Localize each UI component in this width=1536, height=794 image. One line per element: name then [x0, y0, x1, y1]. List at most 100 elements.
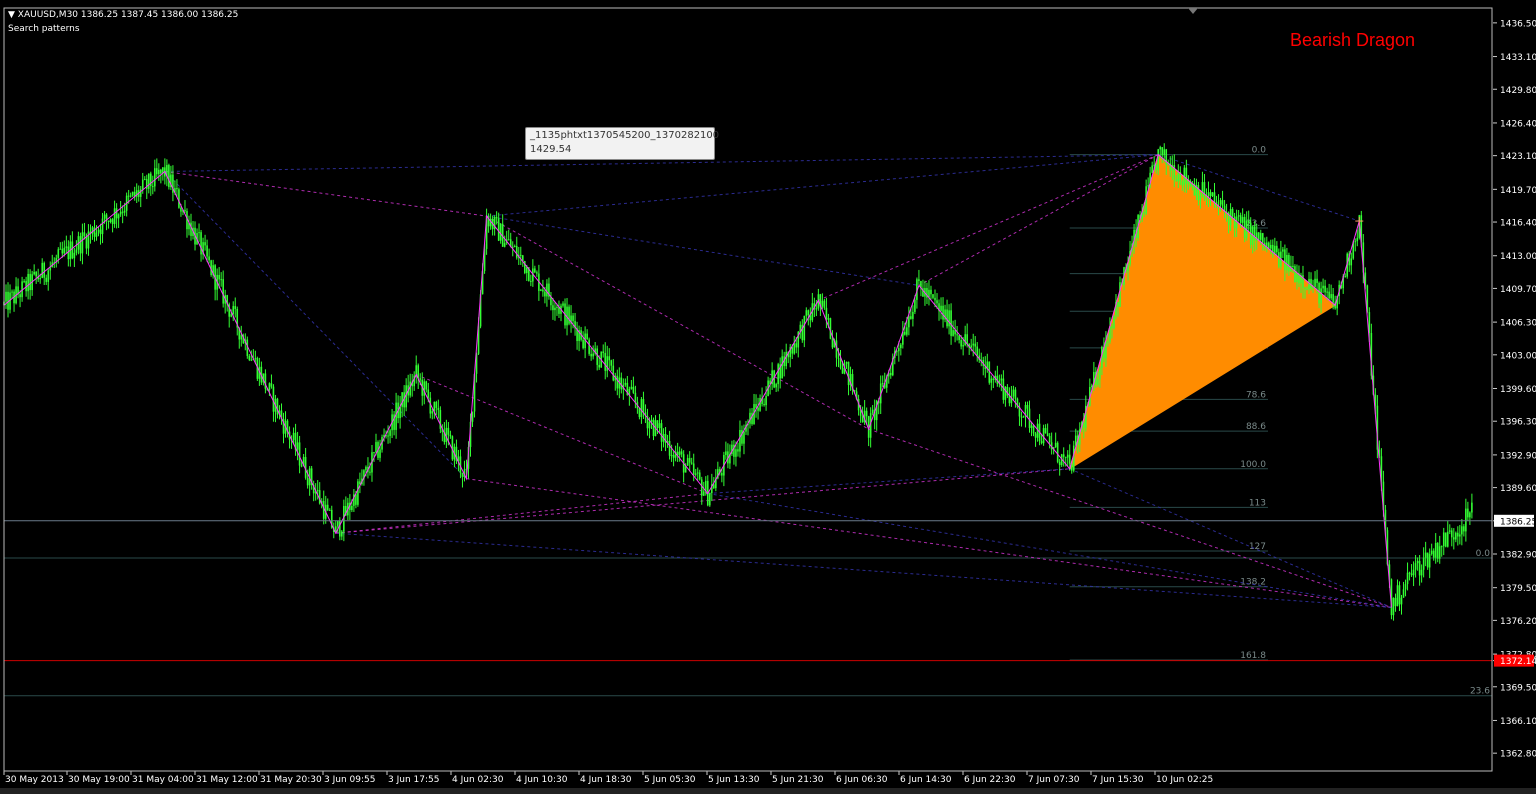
bottom-scrollbar[interactable] — [0, 788, 1536, 794]
price-label: 1433.10 — [1500, 53, 1536, 63]
price-chart[interactable]: 0.023.638.250.061.878.688.6100.011312713… — [0, 0, 1536, 794]
candle-body — [1257, 232, 1260, 240]
time-label: 30 May 2013 — [5, 775, 64, 785]
candle-body — [1241, 216, 1244, 223]
candle-body — [43, 262, 46, 278]
candle-body — [1438, 546, 1441, 559]
candle-body — [240, 335, 243, 340]
time-label: 5 Jun 21:30 — [772, 775, 824, 785]
candle-body — [837, 357, 840, 359]
candle-body — [1406, 572, 1409, 585]
collapse-triangle-icon[interactable]: ▼ — [8, 10, 15, 20]
candle-body — [1237, 215, 1240, 217]
candle-body — [700, 479, 703, 496]
candle-body — [503, 243, 506, 247]
candle-body — [99, 229, 102, 235]
candle-body — [791, 347, 794, 354]
candle-body — [1328, 291, 1330, 299]
candle-body — [839, 358, 842, 368]
candle-body — [936, 300, 938, 304]
candle-body — [1157, 149, 1160, 171]
candle-body — [1020, 416, 1023, 418]
candle-body — [1436, 542, 1439, 559]
candle-body — [708, 493, 711, 506]
candle-body — [431, 411, 434, 414]
fib-label: 113 — [1249, 498, 1266, 508]
candle-body — [568, 306, 570, 324]
candle-body — [495, 217, 498, 219]
candle-body — [75, 249, 78, 253]
candle-body — [688, 458, 691, 463]
candle-body — [648, 421, 651, 429]
candle-body — [435, 401, 438, 408]
candle-body — [59, 248, 62, 250]
candle-body — [604, 353, 607, 371]
candle-body — [1420, 569, 1423, 576]
time-label: 5 Jun 05:30 — [644, 775, 696, 785]
candle-body — [698, 472, 701, 480]
candle-body — [427, 389, 430, 398]
candle-body — [763, 403, 765, 406]
candle-body — [721, 473, 723, 476]
candle-body — [79, 236, 82, 254]
candle-body — [974, 343, 977, 347]
candle-body — [1199, 195, 1202, 201]
candle-body — [27, 273, 29, 292]
candle-body — [220, 279, 222, 281]
candle-body — [1324, 285, 1326, 293]
candle-body — [670, 455, 673, 457]
candle-body — [1163, 149, 1166, 156]
candle-body — [640, 399, 643, 418]
candle-body — [154, 168, 156, 187]
candle-body — [696, 472, 699, 474]
candle-body — [57, 249, 60, 258]
candle-body — [200, 232, 202, 255]
candle-body — [912, 311, 914, 319]
candle-body — [121, 211, 124, 213]
candle-body — [1410, 573, 1413, 576]
time-label: 31 May 20:30 — [260, 775, 322, 785]
candle-body — [554, 307, 556, 311]
candle-body — [590, 353, 592, 357]
candle-body — [206, 245, 208, 257]
candle-body — [1253, 226, 1256, 241]
candle-body — [861, 415, 864, 423]
price-label: 1376.20 — [1500, 617, 1536, 627]
candle-body — [1448, 530, 1451, 532]
price-label: 1362.80 — [1500, 750, 1536, 760]
candle-body — [1046, 433, 1049, 436]
candle-body — [276, 398, 279, 415]
candle-body — [678, 451, 681, 456]
candle-body — [19, 294, 21, 298]
time-label: 31 May 12:00 — [196, 775, 258, 785]
candle-body — [1032, 425, 1035, 434]
candle-body — [419, 378, 422, 380]
candle-body — [109, 219, 112, 223]
candle-body — [737, 449, 739, 452]
candle-body — [1418, 560, 1421, 576]
time-label: 3 Jun 09:55 — [324, 775, 375, 785]
candle-body — [1034, 433, 1037, 438]
price-label: 1399.60 — [1500, 385, 1536, 395]
candle-body — [1408, 572, 1411, 574]
candle-body — [966, 334, 968, 344]
candle-body — [1296, 273, 1298, 282]
candle-body — [222, 279, 224, 304]
candle-body — [1040, 441, 1043, 444]
candle-body — [1344, 276, 1347, 278]
time-label: 7 Jun 15:30 — [1092, 775, 1144, 785]
candle-body — [725, 451, 727, 455]
candle-body — [608, 356, 611, 361]
candle-body — [316, 490, 319, 492]
candle-body — [781, 356, 783, 379]
candle-body — [111, 219, 114, 224]
candle-body — [552, 305, 554, 311]
time-label: 7 Jun 07:30 — [1028, 775, 1080, 785]
candle-body — [831, 338, 834, 348]
candle-body — [1239, 215, 1242, 223]
candle-body — [536, 272, 538, 274]
candle-body — [546, 283, 548, 297]
candle-body — [306, 477, 309, 486]
candle-body — [900, 344, 902, 349]
candle-body — [147, 173, 150, 189]
